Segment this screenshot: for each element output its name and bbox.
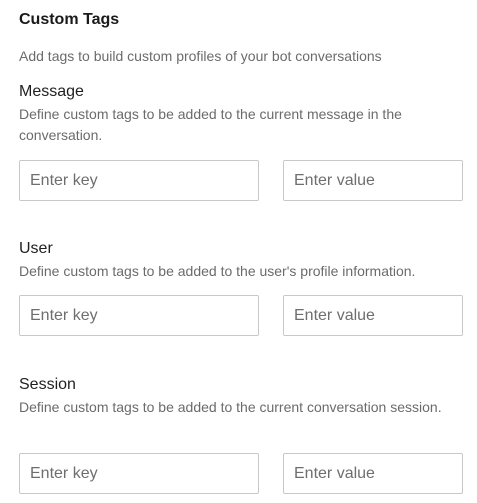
user-section: User Define custom tags to be added to t… xyxy=(19,239,464,282)
session-heading: Session xyxy=(19,376,76,393)
user-value-input[interactable] xyxy=(283,295,463,336)
panel-title: Custom Tags xyxy=(19,11,120,28)
session-key-input[interactable] xyxy=(19,453,259,494)
panel-subtitle: Add tags to build custom profiles of you… xyxy=(19,48,382,64)
user-key-input[interactable] xyxy=(19,295,259,336)
message-tag-row xyxy=(19,160,464,201)
message-value-input[interactable] xyxy=(283,160,463,201)
message-section: Message Define custom tags to be added t… xyxy=(19,82,464,146)
session-value-input[interactable] xyxy=(283,453,463,494)
session-tag-row xyxy=(19,453,464,494)
message-description: Define custom tags to be added to the cu… xyxy=(19,106,402,143)
user-tag-row xyxy=(19,295,464,336)
user-heading: User xyxy=(19,240,53,257)
session-description: Define custom tags to be added to the cu… xyxy=(19,399,442,415)
message-heading: Message xyxy=(19,83,84,100)
session-section: Session Define custom tags to be added t… xyxy=(19,375,464,418)
message-key-input[interactable] xyxy=(19,160,259,201)
user-description: Define custom tags to be added to the us… xyxy=(19,263,416,279)
